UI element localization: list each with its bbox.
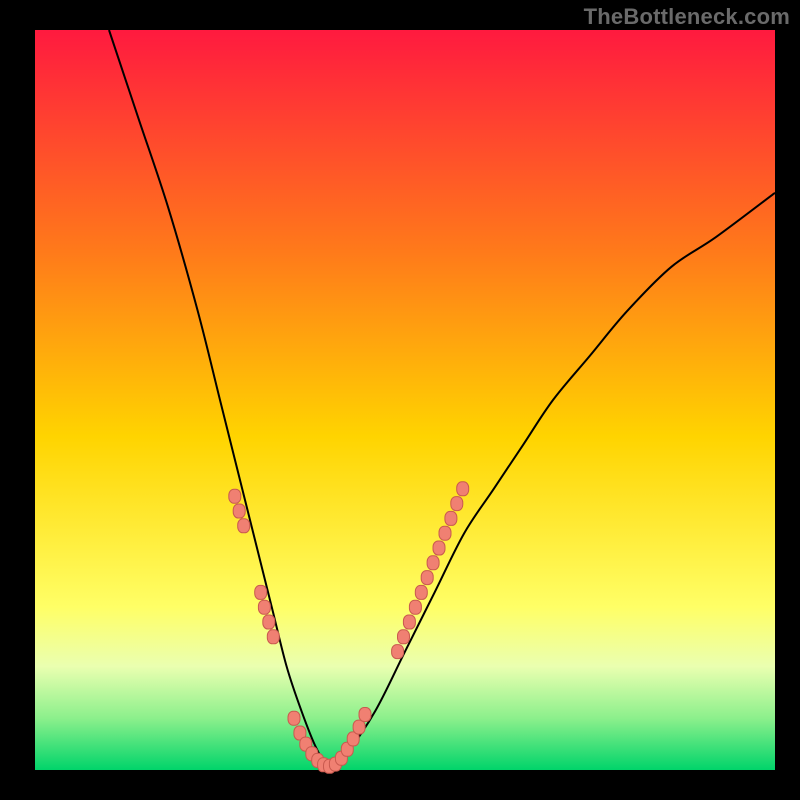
highlight-dot bbox=[359, 708, 371, 722]
highlight-dot bbox=[288, 711, 300, 725]
highlight-dot bbox=[229, 489, 241, 503]
chart-canvas: TheBottleneck.com bbox=[0, 0, 800, 800]
highlight-dot bbox=[238, 519, 250, 533]
highlight-dot bbox=[353, 720, 365, 734]
highlight-dot bbox=[267, 630, 279, 644]
highlight-dot bbox=[445, 511, 457, 525]
highlight-dot bbox=[403, 615, 415, 629]
highlight-dot bbox=[258, 600, 270, 614]
highlight-dot bbox=[233, 504, 245, 518]
highlight-dot bbox=[392, 645, 404, 659]
highlight-dot bbox=[409, 600, 421, 614]
watermark-text: TheBottleneck.com bbox=[584, 4, 790, 30]
highlight-dot bbox=[433, 541, 445, 555]
highlight-dot bbox=[263, 615, 275, 629]
highlight-dot bbox=[451, 497, 463, 511]
highlight-dot bbox=[427, 556, 439, 570]
highlight-dot bbox=[421, 571, 433, 585]
highlight-dot bbox=[255, 585, 267, 599]
highlight-dot bbox=[415, 585, 427, 599]
highlight-dot bbox=[439, 526, 451, 540]
highlight-dot bbox=[457, 482, 469, 496]
bottleneck-chart bbox=[0, 0, 800, 800]
highlight-dot bbox=[398, 630, 410, 644]
